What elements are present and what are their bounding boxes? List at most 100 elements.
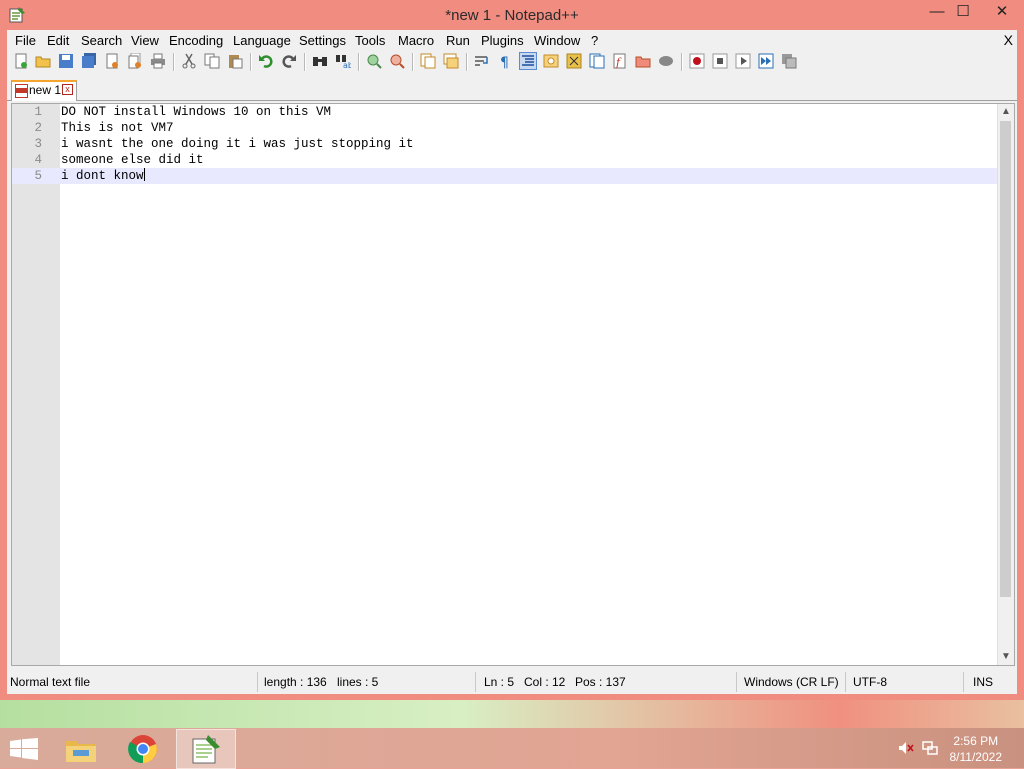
folder-as-workspace-icon[interactable]: f [612, 53, 628, 69]
scrollbar-thumb[interactable] [1000, 121, 1011, 597]
monitoring-icon[interactable] [635, 53, 651, 69]
redo-icon[interactable] [281, 53, 297, 69]
network-icon[interactable] [922, 740, 938, 756]
sync-horizontal-icon[interactable] [443, 53, 459, 69]
close-all-icon[interactable] [127, 53, 143, 69]
zoom-in-icon[interactable] [366, 53, 382, 69]
editor-line[interactable]: 4 someone else did it [12, 152, 1006, 168]
windows-start-icon[interactable] [10, 738, 38, 760]
toolbar-separator [173, 53, 175, 71]
toolbar: ab ¶ f [7, 50, 1017, 75]
menu-view[interactable]: View [131, 33, 159, 48]
undo-icon[interactable] [258, 53, 274, 69]
save-icon[interactable] [58, 53, 74, 69]
status-line-number: Ln : 5 [484, 675, 515, 689]
status-file-type: Normal text file [10, 675, 91, 689]
menu-window[interactable]: Window [534, 33, 580, 48]
text-caret [143, 168, 145, 181]
paste-icon[interactable] [227, 53, 243, 69]
record-macro-icon[interactable] [689, 53, 705, 69]
status-separator [963, 672, 964, 692]
menu-language[interactable]: Language [233, 33, 291, 48]
status-column: Col : 12 [524, 675, 566, 689]
menu-macro[interactable]: Macro [398, 33, 434, 48]
print-icon[interactable] [150, 53, 166, 69]
close-button[interactable]: ✕ [982, 2, 1022, 22]
macro-options-icon[interactable] [658, 53, 674, 69]
find-icon[interactable] [312, 53, 328, 69]
indent-guide-icon[interactable] [519, 52, 537, 70]
line-text[interactable]: i dont know [61, 168, 145, 184]
tab-close-icon[interactable]: x [62, 84, 73, 95]
speaker-muted-icon[interactable] [898, 740, 914, 756]
menu-encoding[interactable]: Encoding [169, 33, 223, 48]
sync-vertical-icon[interactable] [420, 53, 436, 69]
taskbar-notepad-plus-plus[interactable] [176, 729, 236, 769]
line-text[interactable]: This is not VM7 [61, 120, 174, 136]
editor-line[interactable]: 1 DO NOT install Windows 10 on this VM [12, 104, 1006, 120]
user-defined-language-icon[interactable] [543, 53, 559, 69]
cut-icon[interactable] [181, 53, 197, 69]
menu-run[interactable]: Run [446, 33, 470, 48]
scroll-down-arrow-icon[interactable]: ▼ [998, 649, 1014, 665]
show-all-chars-icon[interactable]: ¶ [497, 53, 513, 69]
menu-search[interactable]: Search [81, 33, 122, 48]
editor-line[interactable]: 3 i wasnt the one doing it i was just sto… [12, 136, 1006, 152]
line-number: 1 [34, 105, 42, 119]
play-macro-icon[interactable] [735, 53, 751, 69]
status-bar: Normal text file length : 136 lines : 5 … [7, 670, 1017, 694]
save-all-icon[interactable] [81, 53, 97, 69]
zoom-out-icon[interactable] [389, 53, 405, 69]
scroll-up-arrow-icon[interactable]: ▲ [998, 104, 1014, 120]
save-macro-icon[interactable] [781, 53, 797, 69]
notepad-plus-plus-icon [192, 735, 220, 764]
tab-new-1[interactable]: new 1 x [11, 80, 77, 101]
close-icon[interactable] [104, 53, 120, 69]
editor-line[interactable]: 2 This is not VM7 [12, 120, 1006, 136]
menu-file[interactable]: File [15, 33, 36, 48]
title-bar[interactable]: *new 1 - Notepad++ — ☐ ✕ [0, 0, 1024, 30]
status-lines: lines : 5 [337, 675, 379, 689]
unsaved-file-icon [15, 84, 28, 98]
text-editor[interactable]: 1 DO NOT install Windows 10 on this VM 2 T… [11, 103, 1015, 666]
taskbar-chrome[interactable] [114, 729, 172, 767]
status-encoding[interactable]: UTF-8 [853, 675, 887, 689]
stop-record-icon[interactable] [712, 53, 728, 69]
menu-tools[interactable]: Tools [355, 33, 385, 48]
line-text[interactable]: someone else did it [61, 152, 204, 168]
toolbar-separator [304, 53, 306, 71]
svg-text:¶: ¶ [500, 55, 509, 69]
open-file-icon[interactable] [35, 53, 51, 69]
toolbar-separator [412, 53, 414, 71]
maximize-button[interactable]: ☐ [947, 2, 979, 22]
editor-line-current[interactable]: 5 i dont know [12, 168, 1006, 184]
replace-icon[interactable]: ab [335, 53, 351, 69]
svg-text:ab: ab [343, 61, 351, 69]
line-text[interactable]: i wasnt the one doing it i was just stop… [61, 136, 414, 152]
vertical-scrollbar[interactable]: ▲ ▼ [997, 104, 1014, 665]
line-number: 5 [34, 169, 42, 183]
word-wrap-icon[interactable] [474, 53, 490, 69]
app-client-area: File Edit Search View Encoding Language … [7, 30, 1017, 694]
new-file-icon[interactable] [13, 53, 29, 69]
status-separator [257, 672, 258, 692]
toolbar-separator [358, 53, 360, 71]
clock-date: 8/11/2022 [949, 750, 1003, 764]
menu-plugins[interactable]: Plugins [481, 33, 524, 48]
chrome-icon [128, 735, 157, 764]
menu-help[interactable]: ? [591, 33, 598, 48]
line-text[interactable]: DO NOT install Windows 10 on this VM [61, 104, 331, 120]
menu-edit[interactable]: Edit [47, 33, 69, 48]
system-clock[interactable]: 2:56 PM 8/11/2022 [950, 733, 1003, 765]
document-map-icon[interactable] [566, 53, 582, 69]
status-insert-mode[interactable]: INS [973, 675, 993, 689]
function-list-icon[interactable] [589, 53, 605, 69]
copy-icon[interactable] [204, 53, 220, 69]
menu-settings[interactable]: Settings [299, 33, 346, 48]
taskbar-file-explorer[interactable] [52, 729, 110, 767]
close-document-button[interactable]: X [1004, 32, 1013, 48]
status-eol-format[interactable]: Windows (CR LF) [744, 675, 839, 689]
run-macro-multiple-icon[interactable] [758, 53, 774, 69]
status-separator [475, 672, 476, 692]
editor-lines: 1 DO NOT install Windows 10 on this VM 2 T… [12, 104, 1006, 184]
